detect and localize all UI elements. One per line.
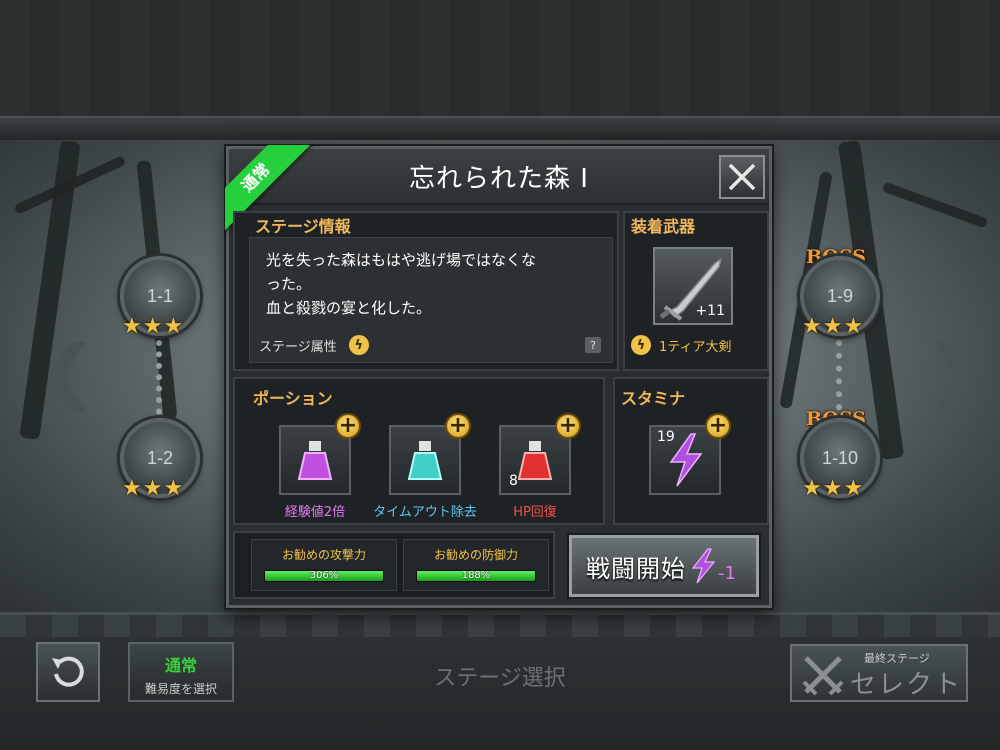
stage-attribute-label: ステージ属性 bbox=[259, 339, 337, 355]
description-line: 光を失った森はもはや逃げ場ではなくな bbox=[266, 251, 537, 269]
potion-bottle-icon bbox=[517, 441, 553, 480]
star-icon: ★ bbox=[822, 476, 843, 501]
equipped-weapon-slot[interactable]: +11 bbox=[653, 247, 733, 325]
weapon-label: 装着武器 bbox=[631, 217, 696, 236]
recommend-defense-bar: 188% bbox=[416, 570, 536, 582]
weapon-level: +11 bbox=[695, 303, 725, 319]
star-icon: ★ bbox=[843, 476, 864, 501]
stage-node-label: 1-2 bbox=[146, 447, 173, 468]
stage-dialog: 忘れられた森 Ⅰ 通常 ステージ情報 光を失った森はもはや逃げ場ではなくな った… bbox=[225, 145, 772, 608]
recommend-attack-bar: 306% bbox=[264, 570, 384, 582]
recommend-attack-label: お勧めの攻撃力 bbox=[281, 548, 366, 562]
star-icon: ★ bbox=[802, 476, 822, 501]
stamina-label: スタミナ bbox=[621, 389, 686, 408]
description-line: った。 bbox=[266, 275, 312, 293]
select-label: セレクト bbox=[850, 670, 963, 700]
stage-stars: ★ ★ ★ bbox=[802, 478, 863, 500]
weapon-name-row: ϟ 1ティア大剣 bbox=[631, 335, 732, 355]
top-decorative-border bbox=[0, 0, 1000, 140]
potion-hp-count: 8 bbox=[509, 473, 518, 489]
add-potion-exp-button[interactable]: + bbox=[335, 413, 361, 439]
stage-node-label: 1-1 bbox=[146, 285, 173, 306]
add-stamina-button[interactable]: + bbox=[705, 413, 731, 439]
recommend-attack: お勧めの攻撃力 306% bbox=[251, 539, 397, 591]
recommend-defense: お勧めの防御力 188% bbox=[403, 539, 549, 591]
potion-bottle-icon bbox=[297, 441, 333, 480]
recommend-defense-value: 188% bbox=[461, 570, 491, 581]
star-icon: ★ bbox=[802, 314, 822, 339]
final-stage-select-button[interactable]: 最終ステージ セレクト bbox=[790, 644, 968, 702]
star-icon: ★ bbox=[822, 314, 843, 339]
lightning-icon: ϟ bbox=[348, 335, 369, 355]
stage-node-label: 1-9 bbox=[826, 285, 853, 306]
help-button[interactable]: ? bbox=[585, 337, 601, 353]
next-page-arrow-icon[interactable]: ❯ bbox=[924, 336, 983, 406]
star-icon: ★ bbox=[122, 476, 142, 501]
potion-exp-label: 経験値2倍 bbox=[284, 505, 346, 520]
star-icon: ★ bbox=[843, 314, 864, 339]
star-icon: ★ bbox=[142, 476, 163, 501]
stage-stars: ★ ★ ★ bbox=[122, 316, 183, 338]
start-battle-button[interactable]: 戦闘開始 -1 bbox=[569, 535, 759, 597]
potion-hp-label: HP回復 bbox=[513, 505, 557, 520]
stage-node-label: 1-10 bbox=[821, 447, 859, 468]
start-battle-cost: -1 bbox=[718, 562, 736, 584]
recommend-defense-label: お勧めの防御力 bbox=[433, 548, 518, 562]
potion-timeout-label: タイムアウト除去 bbox=[373, 505, 477, 520]
star-icon: ★ bbox=[163, 314, 184, 339]
star-icon: ★ bbox=[122, 314, 142, 339]
prev-page-arrow-icon[interactable]: ❮ bbox=[38, 336, 97, 406]
crossed-swords-icon bbox=[802, 656, 844, 696]
star-icon: ★ bbox=[142, 314, 163, 339]
close-icon bbox=[728, 163, 756, 191]
star-icon: ★ bbox=[163, 476, 184, 501]
stage-attribute-row: ステージ属性 ϟ bbox=[259, 335, 369, 355]
start-battle-label: 戦闘開始 bbox=[586, 554, 686, 583]
add-potion-timeout-button[interactable]: + bbox=[445, 413, 471, 439]
stage-info-label: ステージ情報 bbox=[255, 217, 351, 236]
weapon-name: 1ティア大剣 bbox=[659, 339, 732, 355]
stage-stars: ★ ★ ★ bbox=[122, 478, 183, 500]
close-button[interactable] bbox=[719, 155, 765, 199]
recommend-attack-value: 306% bbox=[309, 570, 339, 581]
stamina-bolt-icon bbox=[691, 548, 716, 584]
potion-label: ポーション bbox=[253, 389, 333, 408]
potion-bottle-icon bbox=[407, 441, 443, 480]
add-potion-hp-button[interactable]: + bbox=[555, 413, 581, 439]
stage-stars: ★ ★ ★ bbox=[802, 316, 863, 338]
path-dots bbox=[156, 340, 162, 426]
path-dots bbox=[836, 340, 842, 410]
lightning-icon: ϟ bbox=[631, 335, 651, 355]
description-line: 血と殺戮の宴と化した。 bbox=[266, 299, 432, 317]
stamina-count: 19 bbox=[657, 429, 675, 445]
